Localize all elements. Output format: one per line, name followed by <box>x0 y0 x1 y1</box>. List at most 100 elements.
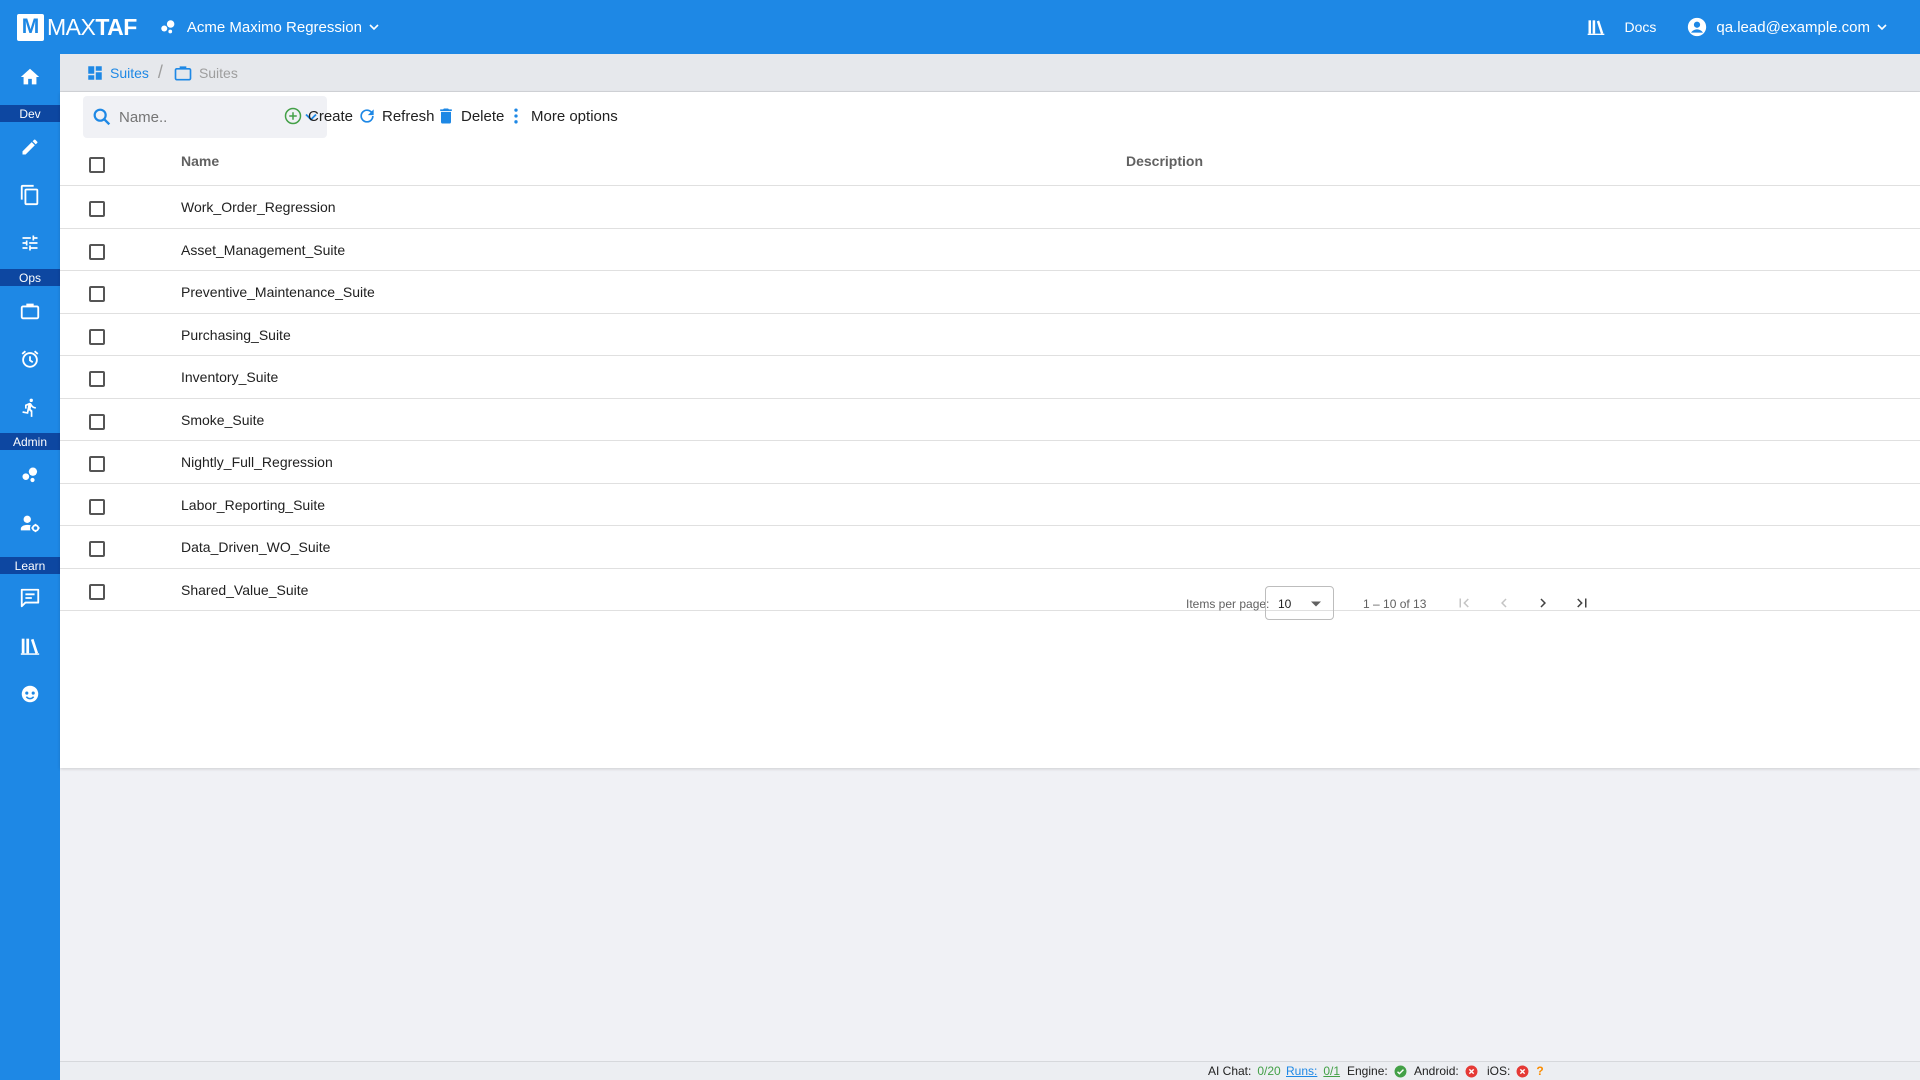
row-checkbox[interactable] <box>89 498 105 515</box>
breadcrumb: Suites / Suites <box>60 54 1920 92</box>
engine-label: Engine: <box>1347 1064 1388 1078</box>
suite-name-cell: Purchasing_Suite <box>181 326 291 343</box>
ai-chat-status: AI Chat: 0/20 <box>1208 1064 1281 1078</box>
suite-name-cell: Nightly_Full_Regression <box>181 454 333 470</box>
sidebar-item-home[interactable] <box>0 54 60 100</box>
table-row[interactable]: Data_Driven_WO_Suite <box>60 526 1920 569</box>
briefcase-icon <box>173 63 193 83</box>
suite-name-cell: Work_Order_Regression <box>181 199 336 215</box>
column-header-description[interactable]: Description <box>1126 153 1203 169</box>
alarm-icon <box>19 348 41 370</box>
table-row[interactable]: Labor_Reporting_Suite <box>60 484 1920 526</box>
table-row[interactable]: Work_Order_Regression <box>60 186 1920 229</box>
bubbles-icon <box>159 18 177 36</box>
select-all-checkbox[interactable] <box>89 157 105 173</box>
library-icon <box>19 635 41 657</box>
dashboard-icon <box>86 64 104 82</box>
sidebar-item-library[interactable] <box>0 623 60 669</box>
maxtaf-logo[interactable]: M MAXTAF <box>17 0 137 54</box>
suite-name-cell: Smoke_Suite <box>181 411 265 428</box>
help-icon[interactable]: ? <box>1536 1064 1543 1078</box>
sidebar-item-feedback[interactable] <box>0 575 60 621</box>
refresh-label: Refresh <box>382 107 435 125</box>
table-row[interactable]: Preventive_Maintenance_Suite <box>60 271 1920 314</box>
last-page-icon <box>1573 594 1591 612</box>
project-name: Acme Maximo Regression <box>186 18 362 36</box>
delete-button[interactable]: Delete <box>436 101 504 131</box>
search-icon <box>91 106 113 128</box>
row-checkbox[interactable] <box>89 243 105 260</box>
row-checkbox[interactable] <box>89 328 105 345</box>
refresh-icon <box>357 106 377 126</box>
chevron-down-icon <box>1874 19 1890 35</box>
row-checkbox[interactable] <box>89 413 105 430</box>
table-row[interactable]: Purchasing_Suite <box>60 314 1920 356</box>
runs-label[interactable]: Runs: <box>1286 1064 1317 1078</box>
sidebar-section-dev: Dev <box>0 105 60 122</box>
breadcrumb-current: Suites <box>173 63 238 83</box>
suite-name-cell: Inventory_Suite <box>181 369 279 385</box>
table-row[interactable]: Nightly_Full_Regression <box>60 441 1920 484</box>
android-status: Android: <box>1414 1064 1478 1078</box>
table-row[interactable]: Inventory_Suite <box>60 356 1920 399</box>
error-circle-icon <box>1516 1065 1529 1078</box>
search-input[interactable] <box>119 108 279 126</box>
sidebar-item-suites[interactable] <box>0 288 60 334</box>
breadcrumb-separator: / <box>157 62 163 82</box>
ai-chat-value: 0/20 <box>1257 1064 1281 1078</box>
page-range-label: 1 – 10 of 13 <box>1363 597 1427 611</box>
table-toolbar: Create Refresh Delete More options <box>60 92 1920 142</box>
paginator: Items per page: 10 1 – 10 of 13 <box>60 580 1920 626</box>
sidebar-item-schedules[interactable] <box>0 336 60 382</box>
runs-status[interactable]: Runs: 0/1 <box>1286 1064 1340 1078</box>
run-icon <box>20 396 40 418</box>
suites-table-card: Create Refresh Delete More options Name … <box>60 92 1920 768</box>
sidebar-item-runs[interactable] <box>0 384 60 430</box>
dropdown-arrow-icon <box>1311 601 1321 607</box>
trash-icon <box>436 106 456 126</box>
chevron-down-icon <box>366 19 382 35</box>
sidebar-item-editor[interactable] <box>0 124 60 170</box>
sidebar-item-projects[interactable] <box>0 452 60 498</box>
refresh-button[interactable]: Refresh <box>357 101 435 131</box>
pencil-icon <box>20 137 40 157</box>
logo-mark: M <box>17 13 44 41</box>
sidebar-nav: Dev Ops Admin Learn <box>0 54 60 1080</box>
page-size-select[interactable]: 10 <box>1265 586 1334 620</box>
user-email: qa.lead@example.com <box>1716 18 1870 36</box>
previous-page-button[interactable] <box>1493 592 1515 614</box>
items-per-page-label: Items per page: <box>1186 597 1270 611</box>
sidebar-item-parameters[interactable] <box>0 220 60 266</box>
row-checkbox[interactable] <box>89 371 105 387</box>
more-options-button[interactable]: More options <box>506 101 618 131</box>
chat-icon <box>19 587 41 609</box>
next-page-button[interactable] <box>1532 592 1554 614</box>
table-row[interactable]: Asset_Management_Suite <box>60 229 1920 271</box>
sidebar-item-support[interactable] <box>0 671 60 717</box>
column-header-name[interactable]: Name <box>181 153 219 169</box>
more-vert-icon <box>506 106 526 126</box>
docs-label: Docs <box>1624 19 1657 35</box>
check-circle-icon <box>1394 1065 1407 1078</box>
breadcrumb-root-label: Suites <box>110 64 149 81</box>
docs-link[interactable]: Docs <box>1586 17 1656 37</box>
breadcrumb-suites-link[interactable]: Suites <box>86 64 149 82</box>
create-button[interactable]: Create <box>283 101 353 131</box>
row-checkbox[interactable] <box>89 201 105 217</box>
last-page-button[interactable] <box>1571 592 1593 614</box>
logo-wordmark: MAXTAF <box>47 14 137 41</box>
sidebar-section-admin: Admin <box>0 433 60 450</box>
user-settings-icon <box>19 512 41 534</box>
sidebar-item-scripts[interactable] <box>0 172 60 218</box>
chevron-right-icon <box>1534 594 1552 612</box>
row-checkbox[interactable] <box>89 286 105 302</box>
sidebar-item-users[interactable] <box>0 500 60 546</box>
row-checkbox[interactable] <box>89 541 105 557</box>
project-selector[interactable]: Acme Maximo Regression <box>159 18 382 36</box>
add-circle-icon <box>283 106 303 126</box>
row-checkbox[interactable] <box>89 456 105 472</box>
user-menu[interactable]: qa.lead@example.com <box>1686 16 1890 38</box>
table-row[interactable]: Smoke_Suite <box>60 399 1920 441</box>
first-page-button[interactable] <box>1453 592 1475 614</box>
runs-value[interactable]: 0/1 <box>1323 1064 1340 1078</box>
